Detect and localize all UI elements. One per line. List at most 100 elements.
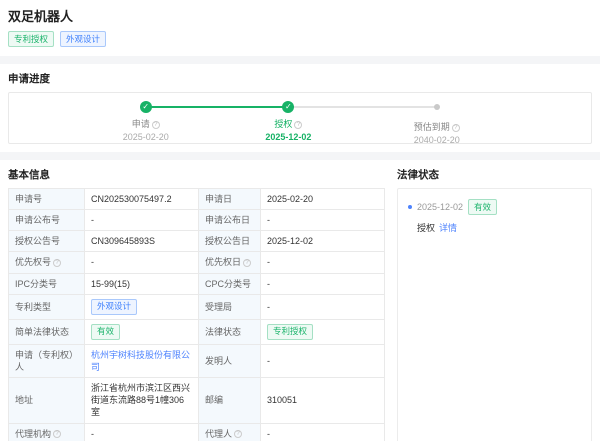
field-value: 专利授权 — [261, 320, 384, 345]
field-label: 受理局 — [199, 295, 261, 320]
field-label: 邮编 — [199, 378, 261, 423]
field-value: 2025-02-20 — [261, 189, 384, 210]
field-label: 专利类型 — [9, 295, 85, 320]
progress-timeline: ✓申请?2025-02-20✓授权?2025-12-02预估到期?2040-02… — [8, 92, 592, 144]
field-label-text: 申请公布号 — [15, 214, 60, 226]
info-icon[interactable]: ? — [234, 430, 242, 438]
field-value: 外观设计 — [85, 295, 199, 320]
main-content: 基本信息 申请号 CN202530075497.2 申请日 2025-02-20 申请公… — [0, 160, 600, 441]
company-link[interactable]: 杭州宇树科技股份有限公司 — [91, 349, 192, 373]
field-label-text: 简单法律状态 — [15, 326, 69, 338]
field-value: - — [85, 424, 199, 441]
legal-entry-event: 授权详情 — [417, 221, 581, 234]
legal-entry-date: 2025-12-02 — [417, 202, 463, 212]
basic-info-table: 申请号CN202530075497.2申请日2025-02-20申请公布号-申请… — [8, 188, 385, 441]
section-divider — [0, 152, 600, 160]
field-label: 代理人? — [199, 424, 261, 441]
progress-step: 预估到期?2040-02-20 — [382, 101, 492, 145]
field-value-text: - — [91, 256, 94, 268]
field-label-text: 申请公布日 — [205, 214, 250, 226]
field-value: 310051 — [261, 378, 384, 423]
field-value: 浙江省杭州市滨江区西兴街道东流路88号1幢306室 — [85, 378, 199, 423]
field-label-text: 地址 — [15, 394, 33, 406]
field-value: 2025-12-02 — [261, 231, 384, 252]
field-label-text: 邮编 — [205, 394, 223, 406]
info-icon[interactable]: ? — [294, 121, 302, 129]
step-dot-wrap: ✓ — [233, 101, 343, 113]
field-value: - — [261, 210, 384, 231]
field-value-text: CN202530075497.2 — [91, 193, 172, 205]
field-label: CPC分类号 — [199, 274, 261, 295]
page-title: 双足机器人 — [8, 6, 592, 25]
field-value: 有效 — [85, 320, 199, 345]
step-date: 2025-02-20 — [91, 132, 201, 142]
design-patent-badge: 外观设计 — [60, 31, 106, 47]
field-label-text: 受理局 — [205, 301, 232, 313]
field-label: IPC分类号 — [9, 274, 85, 295]
field-value-text: 2025-12-02 — [267, 235, 313, 247]
field-value: 15-99(15) — [85, 274, 199, 295]
field-label-text: 代理机构 — [15, 428, 51, 440]
legal-detail-link[interactable]: 详情 — [439, 223, 457, 233]
basic-info-title: 基本信息 — [8, 167, 385, 182]
step-date: 2025-12-02 — [233, 132, 343, 142]
field-value-text: 浙江省杭州市滨江区西兴街道东流路88号1幢306室 — [91, 382, 192, 418]
legal-event-label: 授权 — [417, 223, 435, 233]
basic-info-section: 基本信息 申请号 CN202530075497.2 申请日 2025-02-20 申请公… — [8, 167, 385, 441]
header: 双足机器人 专利授权 外观设计 — [0, 0, 600, 56]
field-label: 地址 — [9, 378, 85, 423]
field-label: 申请公布号 — [9, 210, 85, 231]
field-label-text: 优先权号 — [15, 256, 51, 268]
step-dot-wrap — [382, 104, 492, 116]
field-label-text: 申请号 — [15, 193, 42, 205]
field-label-text: CPC分类号 — [205, 278, 251, 290]
step-dot-icon — [434, 104, 440, 110]
status-badge: 专利授权 — [267, 324, 313, 340]
field-label: 申请公布日 — [199, 210, 261, 231]
progress-step: ✓授权?2025-12-02 — [233, 101, 343, 142]
section-divider — [0, 56, 600, 64]
field-label: 申请号 — [9, 189, 85, 210]
info-icon[interactable]: ? — [53, 259, 61, 267]
field-label-text: 专利类型 — [15, 301, 51, 313]
patent-detail-page: 双足机器人 专利授权 外观设计 申请进度 ✓申请?2025-02-20✓授权?2… — [0, 0, 600, 441]
step-check-icon: ✓ — [140, 101, 152, 113]
step-label: 预估到期? — [382, 120, 492, 133]
field-value: - — [85, 252, 199, 273]
legal-entry-header: 2025-12-02 有效 — [408, 199, 581, 215]
info-icon[interactable]: ? — [452, 124, 460, 132]
field-value-text: - — [267, 214, 270, 226]
field-value-text: CN309645893S — [91, 235, 155, 247]
field-label: 授权公告号 — [9, 231, 85, 252]
field-label: 法律状态 — [199, 320, 261, 345]
field-label-text: 法律状态 — [205, 326, 241, 338]
field-label-text: 优先权日 — [205, 256, 241, 268]
field-value-text: - — [267, 301, 270, 313]
legal-valid-badge: 有效 — [468, 199, 497, 215]
field-label: 优先权日? — [199, 252, 261, 273]
field-value-text: - — [267, 278, 270, 290]
field-value-text: 2025-02-20 — [267, 193, 313, 205]
bullet-icon — [408, 205, 412, 209]
legal-status-title: 法律状态 — [397, 167, 592, 182]
info-icon[interactable]: ? — [53, 430, 61, 438]
field-label: 发明人 — [199, 345, 261, 378]
field-label: 简单法律状态 — [9, 320, 85, 345]
field-value: - — [85, 210, 199, 231]
field-value-text: - — [267, 256, 270, 268]
info-icon[interactable]: ? — [152, 121, 160, 129]
field-value: - — [261, 295, 384, 320]
field-label: 申请日 — [199, 189, 261, 210]
field-value-text: 15-99(15) — [91, 278, 130, 290]
application-progress-section: 申请进度 ✓申请?2025-02-20✓授权?2025-12-02预估到期?20… — [0, 64, 600, 152]
header-badges: 专利授权 外观设计 — [8, 31, 592, 47]
patent-granted-badge: 专利授权 — [8, 31, 54, 47]
field-label-text: 授权公告日 — [205, 235, 250, 247]
field-label-text: 发明人 — [205, 355, 232, 367]
field-value: - — [261, 345, 384, 378]
field-value: - — [261, 252, 384, 273]
step-dot-wrap: ✓ — [91, 101, 201, 113]
field-value: - — [261, 424, 384, 441]
field-label: 申请（专利权）人 — [9, 345, 85, 378]
info-icon[interactable]: ? — [243, 259, 251, 267]
